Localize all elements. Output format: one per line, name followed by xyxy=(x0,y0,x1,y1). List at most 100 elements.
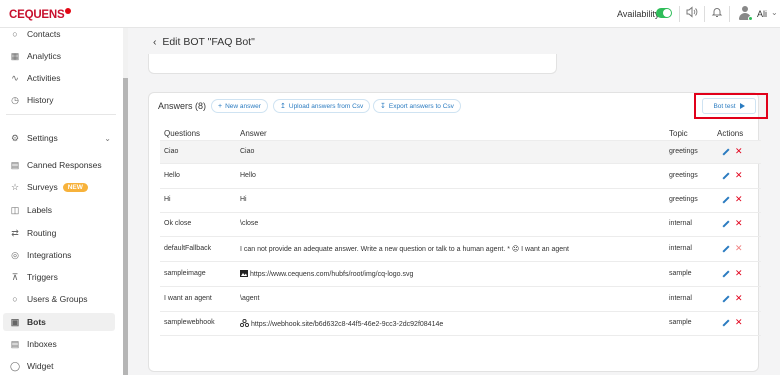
divider xyxy=(704,6,705,22)
delete-icon[interactable]: ✕ xyxy=(735,217,743,229)
question-cell: defaultFallback xyxy=(164,245,212,252)
topic-cell: greetings xyxy=(669,172,698,179)
sidebar-item-triggers[interactable]: ⊼ Triggers xyxy=(3,268,115,286)
delete-icon[interactable]: ✕ xyxy=(735,169,743,181)
column-header-questions: Questions xyxy=(164,129,201,138)
edit-icon[interactable] xyxy=(720,219,730,229)
table-row[interactable]: Hello Hello greetings ✕ xyxy=(160,165,761,189)
bot-icon: ▣ xyxy=(10,316,20,327)
contacts-icon: ○ xyxy=(12,29,18,39)
star-icon: ☆ xyxy=(10,181,20,192)
user-name[interactable]: Ali xyxy=(757,9,767,19)
canned-icon: ▤ xyxy=(10,159,20,170)
answer-cell: \close xyxy=(240,220,259,227)
answer-cell: I can not provide an adequate answer. Wr… xyxy=(240,246,569,253)
sidebar-item-canned-responses[interactable]: ▤ Canned Responses xyxy=(3,156,115,174)
sidebar-item-surveys[interactable]: ☆ Surveys NEW xyxy=(3,178,115,196)
question-cell: sampleimage xyxy=(164,270,206,277)
history-icon: ◷ xyxy=(11,94,19,105)
answers-title: Answers (8) xyxy=(158,101,207,111)
webhook-icon xyxy=(240,319,249,327)
sidebar-divider xyxy=(6,114,116,115)
sidebar-item-routing[interactable]: ⇄ Routing xyxy=(3,224,115,242)
edit-icon[interactable] xyxy=(720,318,730,328)
integrations-icon: ◎ xyxy=(11,249,19,260)
table-row[interactable]: Ok close \close internal ✕ xyxy=(160,213,761,237)
routing-icon: ⇄ xyxy=(11,227,19,238)
bell-icon[interactable] xyxy=(710,6,724,20)
question-cell: Ciao xyxy=(164,148,179,155)
table-row[interactable]: I want an agent \agent internal ✕ xyxy=(160,288,761,312)
sidebar-item-settings[interactable]: ⚙ Settings ⌄ xyxy=(3,129,115,147)
topic-cell: greetings xyxy=(669,196,698,203)
bot-test-button[interactable]: Bot test xyxy=(702,98,756,114)
cequens-logo[interactable]: CEQUENS xyxy=(9,8,72,21)
table-row[interactable]: samplewebhook https://webhook.site/b6d63… xyxy=(160,312,761,336)
table-row[interactable]: Hi Hi greetings ✕ xyxy=(160,189,761,213)
topic-cell: greetings xyxy=(669,148,698,155)
answer-cell: Ciao xyxy=(240,148,255,155)
question-cell: I want an agent xyxy=(164,295,212,302)
column-header-answer: Answer xyxy=(240,129,267,138)
sidebar-item-bots[interactable]: ▣ Bots xyxy=(3,313,115,331)
activities-icon: ∿ xyxy=(11,72,19,83)
table-row[interactable]: defaultFallback I can not provide an ade… xyxy=(160,238,761,262)
delete-icon[interactable]: ✕ xyxy=(735,316,743,328)
upload-icon: ↥ xyxy=(280,103,286,110)
delete-icon[interactable]: ✕ xyxy=(735,242,743,254)
bot-details-card xyxy=(148,54,557,74)
table-row[interactable]: Ciao Ciao greetings ✕ xyxy=(160,140,761,164)
export-icon: ↧ xyxy=(380,103,386,110)
question-cell: Ok close xyxy=(164,220,192,227)
delete-icon[interactable]: ✕ xyxy=(735,292,743,304)
sidebar-item-labels[interactable]: ◫ Labels xyxy=(3,201,115,219)
back-link[interactable]: ‹ Edit BOT "FAQ Bot" xyxy=(153,36,255,48)
edit-icon[interactable] xyxy=(720,294,730,304)
question-cell: Hello xyxy=(164,172,180,179)
upload-csv-button[interactable]: ↥ Upload answers from Csv xyxy=(273,99,371,113)
top-bar: CEQUENS Availability Ali ⌄ xyxy=(0,0,780,28)
sidebar-item-activities[interactable]: ∿ Activities xyxy=(3,69,115,87)
delete-icon[interactable]: ✕ xyxy=(735,193,743,205)
divider xyxy=(679,6,680,22)
sidebar-item-contacts[interactable]: ○ Contacts xyxy=(3,25,115,43)
export-csv-button[interactable]: ↧ Export answers to Csv xyxy=(373,99,461,113)
tag-icon: ◫ xyxy=(10,204,20,215)
sidebar-item-history[interactable]: ◷ History xyxy=(3,91,115,109)
column-header-actions: Actions xyxy=(717,129,744,138)
column-header-topic: Topic xyxy=(669,129,688,138)
play-icon xyxy=(739,103,745,109)
sidebar-item-analytics[interactable]: ▦ Analytics xyxy=(3,47,115,65)
sidebar-item-users-groups[interactable]: ○ Users & Groups xyxy=(3,290,115,308)
new-badge: NEW xyxy=(62,182,88,192)
question-cell: samplewebhook xyxy=(164,319,215,326)
plus-icon: + xyxy=(218,102,223,110)
page-title: Edit BOT "FAQ Bot" xyxy=(162,36,255,48)
sidebar-item-integrations[interactable]: ◎ Integrations xyxy=(3,246,115,264)
edit-icon[interactable] xyxy=(720,269,730,279)
availability-toggle[interactable] xyxy=(656,8,672,18)
delete-icon[interactable]: ✕ xyxy=(735,267,743,279)
answer-cell: Hi xyxy=(240,196,247,203)
table-row[interactable]: sampleimage https://www.cequens.com/hubf… xyxy=(160,263,761,287)
users-icon: ○ xyxy=(12,294,18,304)
topic-cell: internal xyxy=(669,220,692,227)
analytics-icon: ▦ xyxy=(10,50,20,61)
edit-icon[interactable] xyxy=(720,244,730,254)
sidebar-item-inboxes[interactable]: ▤ Inboxes xyxy=(3,335,115,353)
image-icon xyxy=(240,270,248,277)
edit-icon[interactable] xyxy=(720,171,730,181)
question-cell: Hi xyxy=(164,196,171,203)
new-answer-button[interactable]: + New answer xyxy=(211,99,268,113)
delete-icon[interactable]: ✕ xyxy=(735,145,743,157)
avatar[interactable] xyxy=(738,6,753,21)
chevron-down-icon[interactable]: ⌄ xyxy=(771,8,778,17)
divider xyxy=(729,6,730,22)
chevron-down-icon: ⌄ xyxy=(104,133,111,143)
edit-icon[interactable] xyxy=(720,195,730,205)
answer-cell: https://webhook.site/b6d632c8-44f5-46e2-… xyxy=(240,319,443,328)
edit-icon[interactable] xyxy=(720,147,730,157)
sidebar-item-widget[interactable]: ◯ Widget xyxy=(3,357,115,375)
sound-icon[interactable] xyxy=(685,6,699,20)
topic-cell: internal xyxy=(669,295,692,302)
